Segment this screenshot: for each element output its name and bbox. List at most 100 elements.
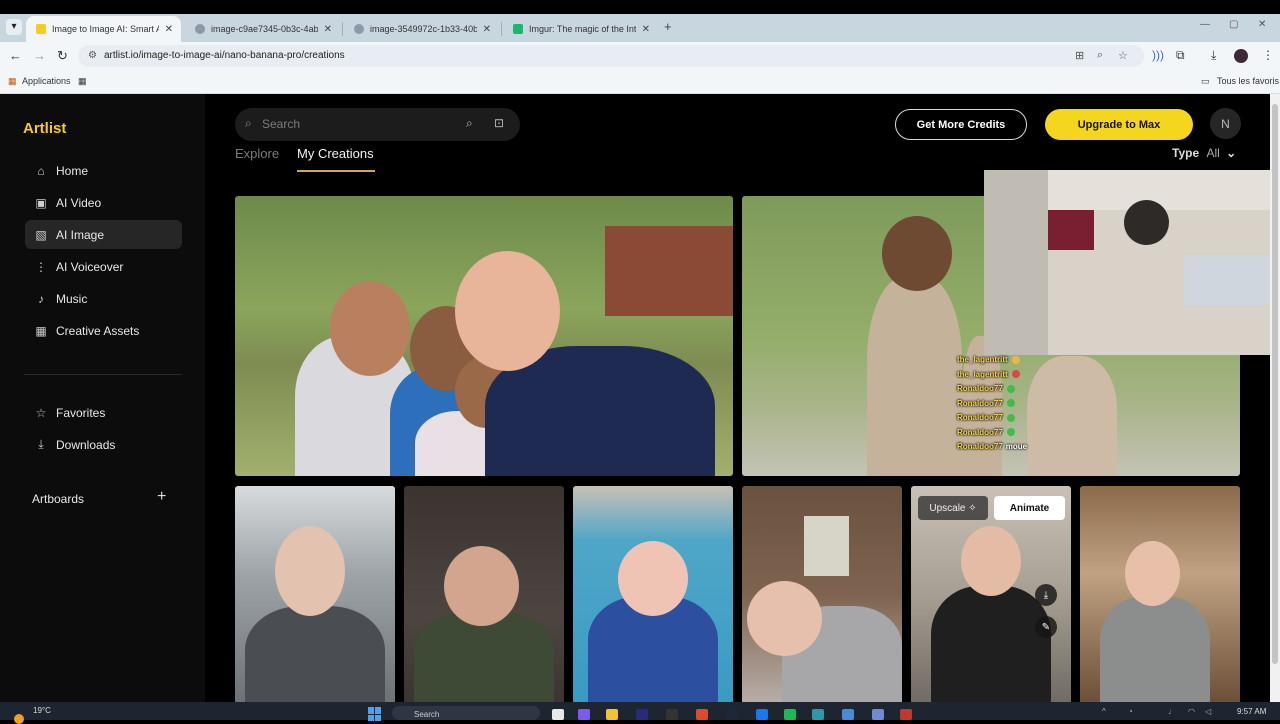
- close-tab-icon[interactable]: ✕: [483, 24, 491, 35]
- clock[interactable]: 9:57 AM: [1237, 707, 1266, 716]
- forward-icon[interactable]: →: [33, 48, 46, 63]
- upgrade-button[interactable]: Upgrade to Max: [1045, 109, 1193, 140]
- extension-icon[interactable]: ))): [1152, 48, 1164, 62]
- apps-grid-icon[interactable]: ▦: [8, 76, 17, 87]
- emote-icon: [1011, 355, 1020, 364]
- reload-icon[interactable]: ↻: [57, 48, 68, 64]
- menu-icon[interactable]: ⋮: [1262, 48, 1274, 62]
- bookmarks-bar: ▦ Applications ▦ ▭ Tous les favoris: [0, 70, 1280, 94]
- new-tab-icon[interactable]: +: [664, 19, 672, 34]
- tray-icon[interactable]: ◔: [1128, 707, 1133, 716]
- sidebar-item-favorites[interactable]: ☆ Favorites: [25, 398, 182, 427]
- close-tab-icon[interactable]: ✕: [165, 24, 173, 35]
- search-bar: ⌕ ⌕ ⊡: [235, 108, 520, 141]
- url-field[interactable]: ⚙ artlist.io/image-to-image-ai/nano-bana…: [78, 45, 1144, 67]
- scroll-thumb[interactable]: [1272, 104, 1278, 664]
- sidebar-item-downloads[interactable]: ⤓ Downloads: [25, 430, 182, 459]
- copilot-icon[interactable]: [578, 709, 590, 720]
- creation-image-1[interactable]: [235, 196, 733, 476]
- image-search-icon[interactable]: ⊡: [494, 116, 504, 130]
- chat-message: the_lagentritt: [957, 355, 1057, 370]
- upscale-button[interactable]: Upscale ✧: [918, 496, 988, 520]
- bookmark-all[interactable]: Tous les favoris: [1217, 76, 1279, 86]
- creation-image-5[interactable]: [573, 486, 733, 702]
- download-image-icon[interactable]: ⤓: [1035, 584, 1057, 606]
- bookmark-applications[interactable]: Applications: [22, 76, 71, 86]
- app-icon[interactable]: [812, 709, 824, 720]
- address-bar: ← → ↻ ⚙ artlist.io/image-to-image-ai/nan…: [0, 42, 1280, 70]
- extensions-puzzle-icon[interactable]: ⧉: [1176, 48, 1185, 63]
- spotify-icon[interactable]: [784, 709, 796, 720]
- start-button[interactable]: [368, 707, 382, 721]
- creation-image-4[interactable]: [404, 486, 564, 702]
- sidebar-item-music[interactable]: ♪ Music: [25, 284, 182, 313]
- premiere-icon[interactable]: [636, 709, 648, 720]
- maximize-icon[interactable]: ▢: [1229, 19, 1238, 30]
- bookmark-star-icon[interactable]: ☆: [1118, 49, 1128, 62]
- music-icon: ♪: [38, 291, 44, 306]
- add-artboard-icon[interactable]: +: [157, 488, 166, 506]
- tab-my-creations[interactable]: My Creations: [297, 146, 374, 161]
- taskbar-search[interactable]: Search: [392, 706, 540, 720]
- app-red-icon[interactable]: [900, 709, 912, 720]
- weather-icon[interactable]: [14, 714, 24, 724]
- animate-button[interactable]: Animate: [994, 496, 1065, 520]
- sidebar-item-ai-image[interactable]: ▧ AI Image: [25, 220, 182, 249]
- browser-tab-1[interactable]: Image to Image AI: Smart AI Im ✕: [26, 16, 181, 42]
- discord-icon[interactable]: [872, 709, 884, 720]
- volume-icon[interactable]: ◁: [1205, 707, 1211, 716]
- type-filter-dropdown[interactable]: Type All ⌄: [1172, 146, 1236, 160]
- search-input[interactable]: [262, 114, 462, 134]
- sidebar-item-creative-assets[interactable]: ▦ Creative Assets: [25, 316, 182, 345]
- profile-avatar[interactable]: [1234, 49, 1248, 63]
- sidebar: Artlist ⌂ Home ▣ AI Video ▧ AI Image ⋮ AI Vo…: [0, 94, 205, 702]
- tab-search-icon[interactable]: ▾: [6, 19, 22, 35]
- creation-image-6[interactable]: [742, 486, 902, 702]
- globe-icon: [354, 24, 364, 34]
- close-tab-icon[interactable]: ✕: [642, 24, 650, 35]
- chrome-icon[interactable]: [696, 709, 708, 720]
- chat-message: Ronaldoo77 moue: [957, 442, 1028, 451]
- weather-temp[interactable]: 19°C: [33, 706, 51, 715]
- close-window-icon[interactable]: ✕: [1258, 19, 1266, 30]
- browser-tab-2[interactable]: image-c9ae7345-0b3c-4ab4-a ✕: [185, 16, 340, 42]
- artlist-page: Artlist ⌂ Home ▣ AI Video ▧ AI Image ⋮ AI Vo…: [0, 94, 1270, 702]
- artlist-logo[interactable]: Artlist: [23, 120, 66, 137]
- download-icon[interactable]: ⤓: [1211, 48, 1216, 63]
- browser-tab-4[interactable]: Imgur: The magic of the Interne ✕: [503, 16, 658, 42]
- translate-icon[interactable]: ⊞: [1075, 49, 1084, 62]
- sidebar-item-home[interactable]: ⌂ Home: [25, 156, 182, 185]
- close-tab-icon[interactable]: ✕: [324, 24, 332, 35]
- folder-icon: ▭: [1201, 76, 1210, 86]
- zoom-icon[interactable]: ⌕: [1097, 49, 1103, 62]
- wifi-icon[interactable]: ◠: [1188, 707, 1195, 716]
- creation-image-3[interactable]: [235, 486, 395, 702]
- get-more-credits-button[interactable]: Get More Credits: [895, 109, 1027, 140]
- tab-explore[interactable]: Explore: [235, 146, 279, 161]
- chat-message: Ronaldoo77: [957, 399, 1057, 414]
- task-view-icon[interactable]: [552, 709, 564, 720]
- emote-icon: [1006, 384, 1015, 393]
- mic-icon[interactable]: ♩: [1168, 707, 1176, 716]
- tab-groups-icon[interactable]: ▦: [78, 76, 87, 87]
- sidebar-item-ai-video[interactable]: ▣ AI Video: [25, 188, 182, 217]
- headphones: [1124, 200, 1169, 245]
- facebook-icon[interactable]: [756, 709, 768, 720]
- globe-icon: [195, 24, 205, 34]
- edit-image-icon[interactable]: ✎: [1035, 616, 1057, 638]
- page-scrollbar[interactable]: [1270, 94, 1280, 702]
- file-explorer-icon[interactable]: [606, 709, 618, 720]
- browser-tab-3[interactable]: image-3549972c-1b33-40b1-a ✕: [344, 16, 499, 42]
- site-info-icon[interactable]: ⚙: [88, 50, 97, 61]
- creation-image-8[interactable]: [1080, 486, 1240, 702]
- chrome-active-icon[interactable]: [842, 709, 854, 720]
- emote-icon: [1011, 370, 1020, 379]
- steam-icon[interactable]: [726, 709, 738, 720]
- minimize-icon[interactable]: —: [1200, 19, 1210, 30]
- search-submit-icon[interactable]: ⌕: [466, 116, 473, 131]
- avatar[interactable]: N: [1210, 108, 1241, 139]
- sidebar-item-ai-voiceover[interactable]: ⋮ AI Voiceover: [25, 252, 182, 281]
- back-icon[interactable]: ←: [9, 48, 22, 63]
- obs-icon[interactable]: [666, 709, 678, 720]
- tray-chevron-icon[interactable]: ^: [1102, 707, 1106, 716]
